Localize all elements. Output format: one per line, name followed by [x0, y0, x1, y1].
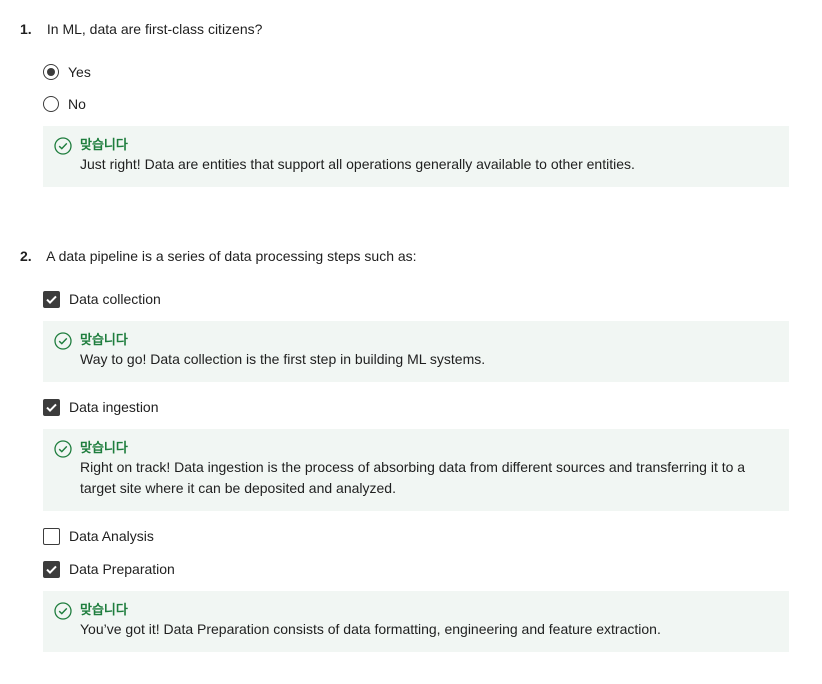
question-1: 1. In ML, data are first-class citizens?	[20, 21, 262, 37]
option-label: Data Preparation	[69, 561, 175, 577]
checkbox-option-data-collection[interactable]: Data collection	[43, 290, 161, 308]
question-number: 1.	[20, 21, 32, 37]
feedback-text: You’ve got it! Data Preparation consists…	[80, 621, 661, 637]
checkbox-unchecked-icon[interactable]	[43, 527, 60, 545]
checkbox-option-data-preparation[interactable]: Data Preparation	[43, 560, 175, 578]
check-circle-icon	[54, 137, 72, 155]
option-label: Data ingestion	[69, 399, 159, 415]
option-label: No	[68, 96, 86, 112]
question-2: 2. A data pipeline is a series of data p…	[20, 248, 417, 264]
option-label: Data Analysis	[69, 528, 154, 544]
question-text: A data pipeline is a series of data proc…	[46, 248, 417, 264]
feedback-panel: 맞습니다 Just right! Data are entities that …	[43, 126, 789, 187]
question-text: In ML, data are first-class citizens?	[46, 21, 263, 37]
option-label: Data collection	[69, 291, 161, 307]
checkbox-checked-icon[interactable]	[43, 290, 60, 308]
radio-option-yes[interactable]: Yes	[43, 63, 91, 81]
option-label: Yes	[68, 64, 91, 80]
feedback-text: Just right! Data are entities that suppo…	[80, 156, 635, 172]
feedback-title: 맞습니다	[80, 332, 128, 347]
check-circle-icon	[54, 440, 72, 458]
checkbox-option-data-analysis[interactable]: Data Analysis	[43, 527, 154, 545]
radio-option-no[interactable]: No	[43, 95, 86, 113]
checkbox-checked-icon[interactable]	[43, 560, 60, 578]
check-circle-icon	[54, 602, 72, 620]
checkbox-option-data-ingestion[interactable]: Data ingestion	[43, 398, 159, 416]
feedback-title: 맞습니다	[80, 137, 128, 152]
feedback-panel: 맞습니다 You’ve got it! Data Preparation con…	[43, 591, 789, 652]
radio-unselected-icon[interactable]	[43, 96, 59, 112]
feedback-text: Right on track! Data ingestion is the pr…	[80, 459, 746, 496]
feedback-panel: 맞습니다 Way to go! Data collection is the f…	[43, 321, 789, 382]
checkbox-checked-icon[interactable]	[43, 398, 60, 416]
radio-selected-icon[interactable]	[43, 64, 59, 80]
feedback-panel: 맞습니다 Right on track! Data ingestion is t…	[43, 429, 789, 511]
check-circle-icon	[54, 332, 72, 350]
feedback-text: Way to go! Data collection is the first …	[80, 351, 486, 367]
feedback-title: 맞습니다	[80, 602, 128, 617]
feedback-title: 맞습니다	[80, 440, 128, 455]
question-number: 2.	[20, 248, 32, 264]
